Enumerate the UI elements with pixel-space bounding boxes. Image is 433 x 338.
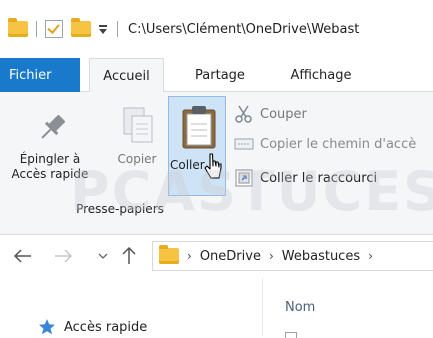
title-bar: C:\Users\Clément\OneDrive\Webast: [0, 0, 433, 58]
breadcrumb-separator-icon: ›: [368, 249, 373, 263]
toolbar-separator: [36, 21, 37, 37]
forward-arrow-icon[interactable]: [54, 249, 72, 263]
tab-home[interactable]: Accueil: [89, 58, 164, 93]
explorer-content: Accès rapide Nom: [0, 278, 433, 336]
copy-path-button[interactable]: Copier le chemin d'accè: [234, 136, 416, 152]
ribbon-group-label: Presse-papiers: [0, 202, 240, 216]
breadcrumb-webastuces[interactable]: Webastuces: [282, 249, 360, 264]
copy-label: Copier: [112, 152, 162, 167]
tab-share[interactable]: Partage: [180, 58, 260, 92]
address-folder-icon: [159, 248, 179, 264]
quick-access-toolbar: [8, 17, 126, 41]
cut-button[interactable]: Couper: [234, 104, 307, 124]
ribbon-home-panel: Épingler à Accès rapide Copier Coller: [0, 92, 433, 235]
window-title-path: C:\Users\Clément\OneDrive\Webast: [128, 22, 359, 37]
new-folder-icon[interactable]: [71, 21, 91, 37]
customize-toolbar-dropdown-icon[interactable]: [97, 21, 109, 37]
pin-label-line2: Accès rapide: [2, 167, 98, 182]
quick-access-label: Accès rapide: [64, 320, 147, 335]
quick-access-star-icon: [38, 318, 56, 336]
breadcrumb-separator-icon: ›: [269, 249, 274, 263]
paste-shortcut-button[interactable]: Coller le raccourci: [234, 168, 377, 188]
address-bar[interactable]: › OneDrive › Webastuces ›: [152, 241, 433, 271]
back-arrow-icon[interactable]: [14, 249, 32, 263]
column-divider: [262, 278, 263, 336]
paste-shortcut-icon: [234, 168, 254, 188]
pin-label-line1: Épingler à: [2, 152, 98, 167]
copy-path-label: Copier le chemin d'accè: [260, 137, 416, 152]
paste-shortcut-label: Coller le raccourci: [260, 171, 377, 186]
tab-file[interactable]: Fichier: [0, 58, 80, 92]
navigation-bar: › OneDrive › Webastuces ›: [0, 235, 433, 277]
ribbon-tab-bar: Fichier Accueil Partage Affichage: [0, 58, 433, 92]
pin-icon: [34, 110, 70, 146]
paste-clipboard-icon: [180, 104, 218, 150]
recent-locations-chevron-icon[interactable]: [98, 252, 108, 260]
copy-icon: [122, 106, 156, 144]
properties-check-icon[interactable]: [45, 20, 63, 38]
column-header-name[interactable]: Nom: [285, 300, 315, 315]
tab-view[interactable]: Affichage: [276, 58, 366, 92]
nav-quick-access[interactable]: Accès rapide: [38, 318, 147, 336]
cut-label: Couper: [260, 107, 307, 122]
mouse-cursor-icon: [203, 152, 223, 180]
breadcrumb-onedrive[interactable]: OneDrive: [200, 249, 261, 264]
breadcrumb-separator-icon: ›: [187, 249, 192, 263]
file-icon: [285, 332, 297, 338]
up-arrow-icon[interactable]: [122, 247, 136, 265]
copy-path-icon: [234, 136, 254, 152]
folder-icon[interactable]: [8, 21, 28, 37]
scissors-icon: [234, 104, 254, 124]
toolbar-separator: [117, 21, 118, 37]
